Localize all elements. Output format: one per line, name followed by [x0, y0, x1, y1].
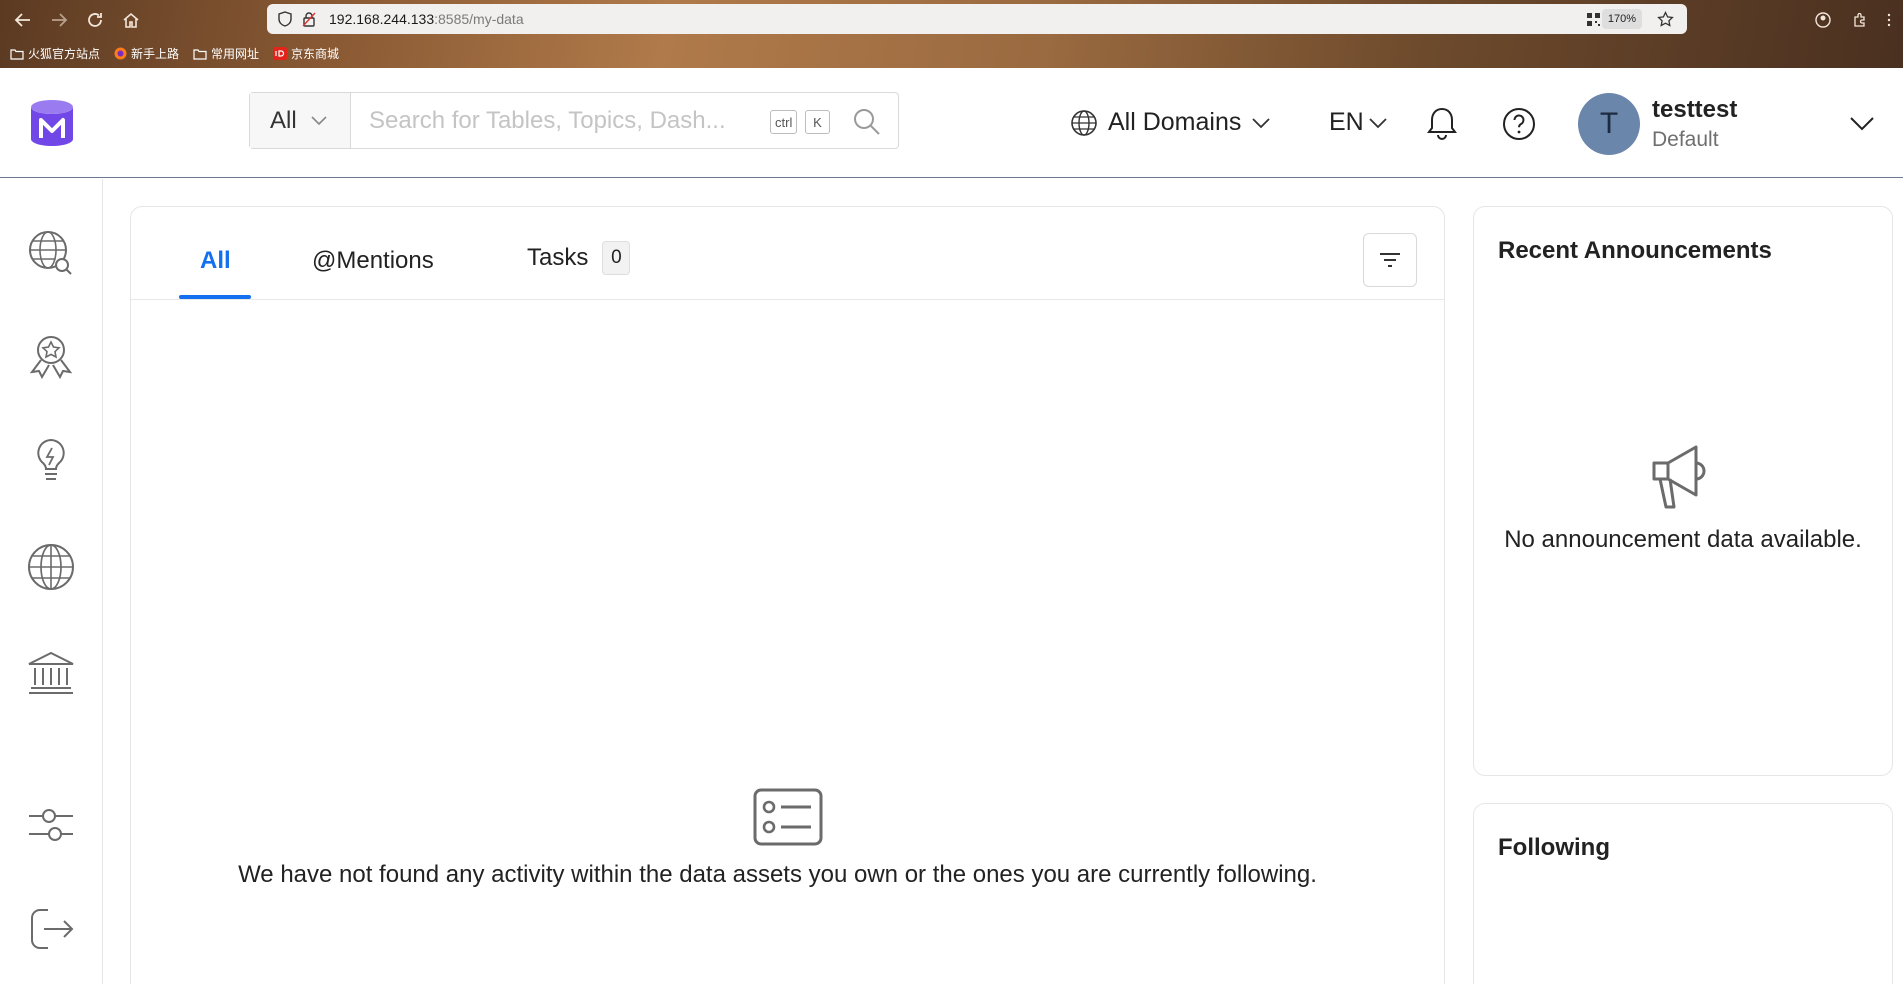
tab-label: @Mentions	[312, 247, 434, 274]
chevron-down-icon[interactable]	[1849, 113, 1875, 133]
tab-all[interactable]: All	[200, 247, 231, 275]
insights-icon[interactable]	[26, 436, 76, 486]
reload-icon[interactable]	[84, 9, 106, 31]
folder-icon	[193, 48, 207, 60]
bookmarks-bar: 火狐官方站点 新手上路 常用网址 京东商城	[10, 45, 339, 62]
domain-label: All Domains	[1108, 108, 1242, 136]
data-quality-icon[interactable]	[26, 332, 76, 382]
extensions-icon[interactable]	[1852, 12, 1868, 28]
address-bar[interactable]: 192.168.244.133:8585/my-data 170%	[267, 4, 1687, 34]
active-tab-indicator	[179, 295, 251, 299]
domain-selector[interactable]: All Domains	[1070, 108, 1271, 137]
feed-filter-button[interactable]	[1363, 233, 1417, 287]
user-name[interactable]: testtest	[1652, 96, 1737, 124]
qr-code-icon[interactable]	[1586, 12, 1601, 27]
announcements-title: Recent Announcements	[1498, 237, 1772, 264]
bookmark-item[interactable]: 常用网址	[193, 45, 259, 62]
bell-icon[interactable]	[1424, 105, 1460, 141]
app-header: All ctrl K All Domains EN T testtest Def…	[0, 68, 1903, 178]
url-host: 192.168.244.133	[329, 11, 435, 27]
bookmark-item[interactable]: 火狐官方站点	[10, 45, 100, 62]
tab-tasks[interactable]: Tasks 0	[527, 241, 631, 275]
help-icon[interactable]	[1502, 107, 1536, 141]
shortcut-ctrl-key: ctrl	[770, 110, 798, 134]
governance-icon[interactable]	[26, 648, 76, 698]
url-text: 192.168.244.133:8585/my-data	[329, 11, 524, 27]
settings-icon[interactable]	[26, 800, 76, 850]
bookmark-item[interactable]: 新手上路	[114, 45, 179, 62]
search-scope-value: All	[270, 106, 297, 134]
search-icon[interactable]	[852, 107, 882, 137]
zoom-level[interactable]: 170%	[1601, 9, 1642, 29]
bookmark-label: 火狐官方站点	[28, 47, 101, 61]
globe-icon	[1071, 109, 1097, 136]
megaphone-icon	[1652, 445, 1706, 509]
following-title: Following	[1498, 834, 1610, 861]
tab-label: All	[200, 247, 231, 274]
bookmark-item[interactable]: 京东商城	[273, 45, 339, 62]
user-role: Default	[1652, 128, 1719, 151]
back-icon[interactable]	[12, 9, 34, 31]
avatar[interactable]: T	[1578, 93, 1640, 155]
url-path: :8585/my-data	[434, 11, 524, 27]
filter-icon	[1380, 253, 1400, 267]
language-selector[interactable]: EN	[1329, 108, 1388, 137]
shortcut-k-key: K	[805, 110, 830, 134]
jd-icon	[273, 47, 288, 60]
firefox-icon	[114, 47, 127, 60]
chevron-down-icon	[311, 115, 327, 125]
shield-icon	[278, 11, 292, 27]
following-panel: Following	[1473, 803, 1893, 984]
folder-icon	[10, 48, 24, 60]
bookmark-label: 新手上路	[131, 47, 180, 61]
global-search: All ctrl K	[249, 92, 899, 149]
browser-toolbar: 192.168.244.133:8585/my-data 170% 火狐官方站点…	[0, 0, 1903, 68]
tab-label: Tasks	[527, 244, 589, 271]
insecure-lock-icon	[302, 12, 316, 27]
logout-icon[interactable]	[26, 904, 76, 954]
bookmark-label: 常用网址	[211, 47, 260, 61]
announcements-panel: Recent Announcements No announcement dat…	[1473, 206, 1893, 776]
explore-icon[interactable]	[26, 228, 76, 278]
forward-icon[interactable]	[48, 9, 70, 31]
left-sidebar	[0, 179, 103, 984]
feed-tabs: All @Mentions Tasks 0	[131, 207, 1444, 300]
activity-list-icon	[753, 788, 823, 846]
bookmark-label: 京东商城	[291, 47, 340, 61]
language-label: EN	[1329, 108, 1364, 136]
chevron-down-icon	[1252, 117, 1271, 128]
chevron-down-icon	[1369, 117, 1387, 128]
feed-empty-message: We have not found any activity within th…	[238, 861, 1317, 888]
account-icon[interactable]	[1815, 12, 1831, 28]
activity-feed-panel: All @Mentions Tasks 0 We have not found …	[130, 206, 1445, 984]
tasks-count-badge: 0	[602, 241, 631, 275]
bookmark-star-icon[interactable]	[1657, 11, 1674, 28]
tab-mentions[interactable]: @Mentions	[312, 247, 434, 275]
domains-icon[interactable]	[26, 542, 76, 592]
menu-icon[interactable]	[1885, 12, 1893, 28]
search-scope-select[interactable]: All	[250, 93, 351, 148]
openmetadata-logo[interactable]	[28, 98, 76, 150]
home-icon[interactable]	[120, 9, 142, 31]
announcements-empty-message: No announcement data available.	[1504, 526, 1862, 553]
